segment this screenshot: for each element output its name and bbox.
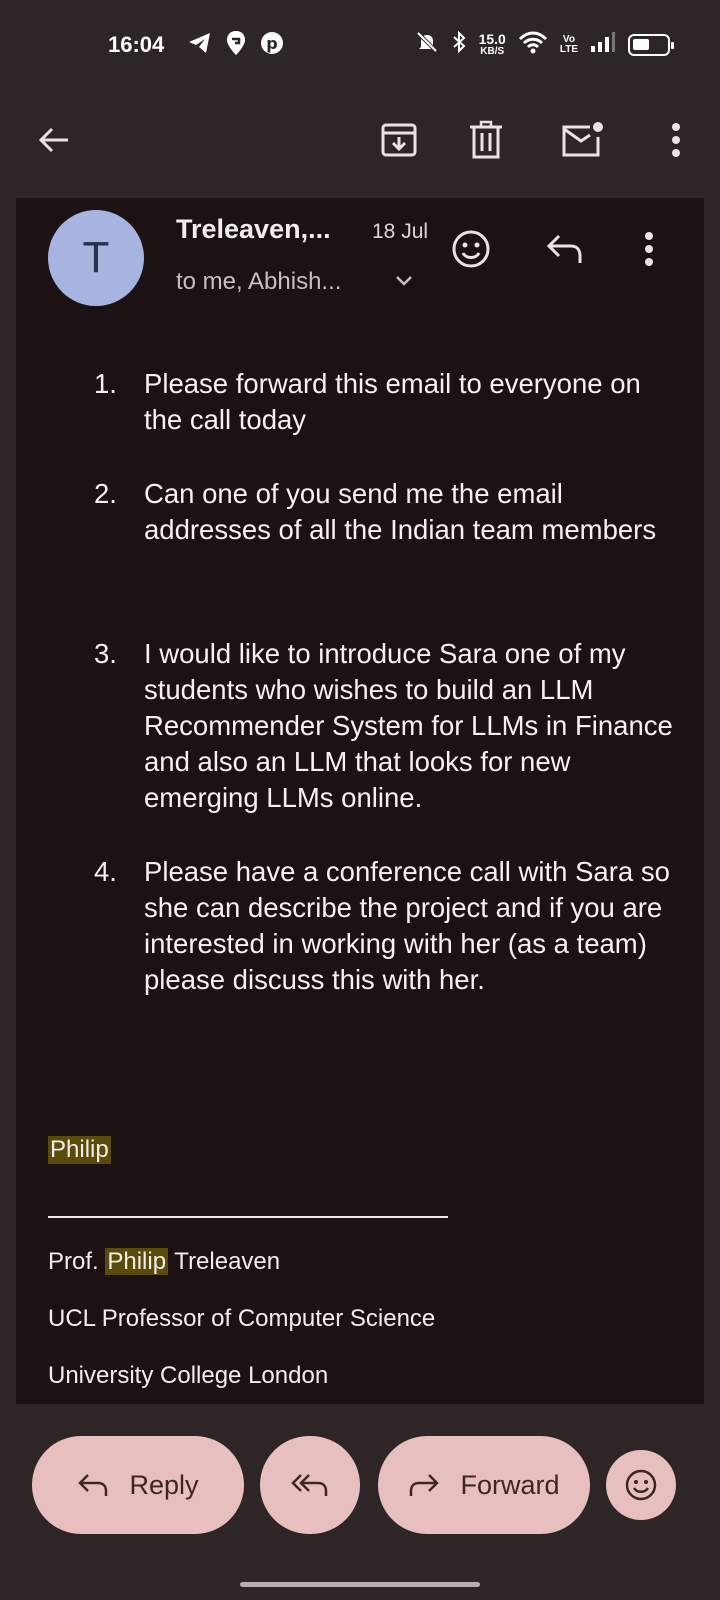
list-item: 1. Please forward this email to everyone… xyxy=(94,368,641,435)
home-indicator[interactable] xyxy=(240,1582,480,1587)
action-bar: Reply Forward xyxy=(0,1404,720,1600)
net-speed: 15.0 KB/S xyxy=(478,30,506,57)
sender-avatar[interactable]: T xyxy=(48,210,144,306)
more-options-button[interactable] xyxy=(648,112,704,168)
reply-all-icon xyxy=(291,1474,328,1496)
status-time: 16:04 xyxy=(108,32,165,57)
reply-button[interactable]: Reply xyxy=(32,1436,244,1534)
signature-institution: University College London xyxy=(48,1362,329,1389)
notification-icons: p xyxy=(188,30,284,61)
reply-all-button[interactable] xyxy=(260,1436,360,1534)
battery-level xyxy=(633,38,649,50)
delete-button[interactable] xyxy=(458,112,514,168)
delete-icon xyxy=(470,120,502,159)
recipients-summary[interactable]: to me, Abhish... xyxy=(176,268,341,296)
reply-header-button[interactable] xyxy=(540,224,590,274)
status-bar: 16:04 p 15.0 KB/S Vo LTE xyxy=(0,0,720,92)
more-vert-icon xyxy=(672,123,680,157)
mark-unread-button[interactable] xyxy=(554,112,610,168)
mute-icon xyxy=(415,30,439,59)
signature-divider xyxy=(48,1216,448,1218)
volte-indicator: Vo LTE xyxy=(559,33,578,55)
swiggy-icon xyxy=(226,30,246,61)
signature-role: UCL Professor of Computer Science xyxy=(48,1305,436,1332)
archive-icon xyxy=(381,123,417,157)
email-body-list: 1. Please forward this email to everyone… xyxy=(94,366,674,998)
forward-label: Forward xyxy=(460,1469,560,1500)
add-reaction-button[interactable] xyxy=(446,224,496,274)
email-date: 18 Jul xyxy=(372,220,429,243)
telegram-icon xyxy=(188,32,212,59)
more-vert-icon xyxy=(645,232,653,266)
forward-icon xyxy=(410,1474,440,1496)
bluetooth-icon xyxy=(451,30,467,59)
sender-name[interactable]: Treleaven,... xyxy=(176,214,331,245)
list-item: 3. I would like to introduce Sara one of… xyxy=(94,638,673,813)
emoji-icon xyxy=(452,230,490,268)
react-button[interactable] xyxy=(606,1450,676,1520)
back-button[interactable] xyxy=(26,112,82,168)
expand-details-button[interactable] xyxy=(394,274,414,293)
list-item: 4. Please have a conference call with Sa… xyxy=(94,856,670,995)
reply-icon xyxy=(78,1474,108,1496)
wifi-icon xyxy=(518,30,548,59)
signature-title: Prof. Philip Treleaven xyxy=(48,1248,281,1275)
back-arrow-icon xyxy=(38,127,68,153)
system-icons: 15.0 KB/S Vo LTE xyxy=(415,30,674,59)
archive-button[interactable] xyxy=(371,112,427,168)
emoji-icon xyxy=(625,1469,657,1501)
reply-icon xyxy=(546,234,582,263)
battery-icon xyxy=(628,33,674,56)
signal-icon xyxy=(590,31,616,58)
pinterest-icon: p xyxy=(260,31,284,60)
chevron-down-icon xyxy=(396,276,412,286)
svg-text:p: p xyxy=(266,34,277,53)
list-item: 2. Can one of you send me the email addr… xyxy=(94,478,657,545)
email-message: T Treleaven,... 18 Jul to me, Abhish... … xyxy=(16,198,704,1404)
email-toolbar xyxy=(0,92,720,198)
mark-unread-icon xyxy=(562,122,603,157)
forward-button[interactable]: Forward xyxy=(378,1436,590,1534)
message-more-button[interactable] xyxy=(624,224,674,274)
reply-label: Reply xyxy=(129,1469,199,1500)
signature-name: Philip xyxy=(48,1136,111,1164)
